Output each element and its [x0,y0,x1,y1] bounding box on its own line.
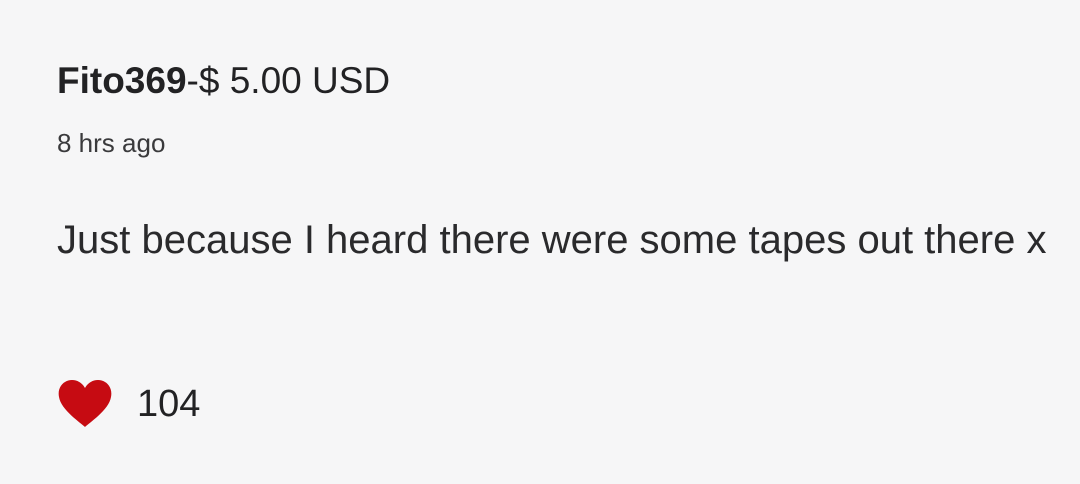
like-count: 104 [137,383,201,425]
donation-amount: -$ 5.00 USD [186,59,391,101]
likes-row: 104 [57,378,200,430]
comment-card: Fito369 -$ 5.00 USD 8 hrs ago Just becau… [0,0,1080,484]
heart-icon [58,380,112,427]
comment-timestamp: 8 hrs ago [57,128,166,158]
comment-header: Fito369 -$ 5.00 USD [57,56,390,104]
like-button[interactable] [57,379,113,429]
comment-text: Just because I heard there were some tap… [57,218,1047,262]
username[interactable]: Fito369 [57,62,187,99]
